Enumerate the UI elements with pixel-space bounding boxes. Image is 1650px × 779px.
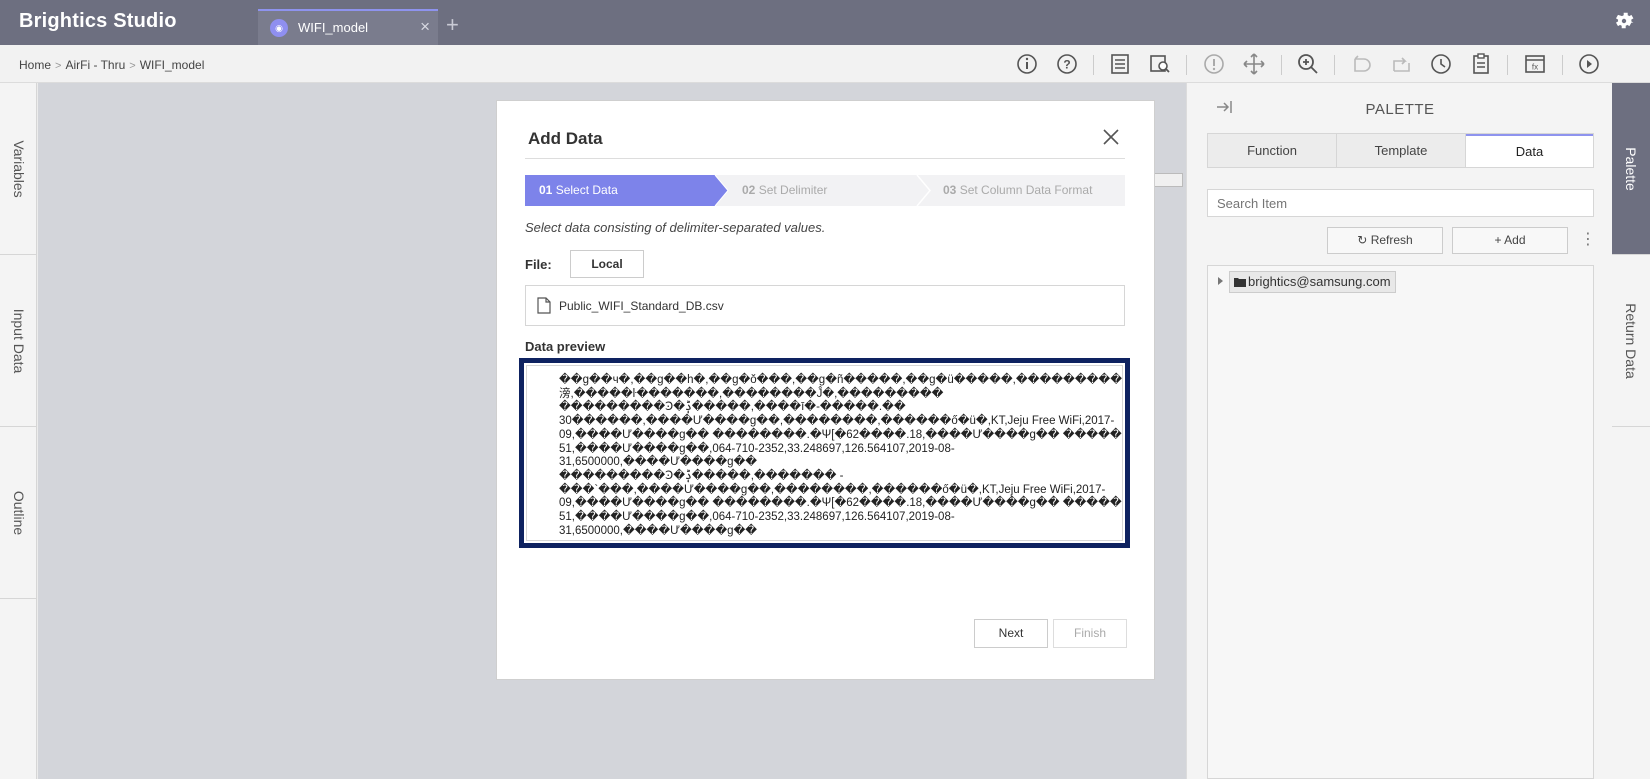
add-button[interactable]: + Add (1452, 227, 1568, 254)
preview-text: ��g��ч�,��g��h�,��g�ŏ���,��g�ñ�����,��g�… (559, 374, 1123, 537)
add-data-dialog: Add Data 01 Select Data 02 Set Delimiter… (496, 100, 1155, 680)
right-rail: Palette Return Data (1612, 83, 1650, 779)
app-title: Brightics Studio (19, 10, 177, 32)
more-options-icon[interactable]: ⋮ (1580, 229, 1596, 249)
step-2-label: Set Delimiter (758, 183, 828, 197)
tab-palette-label: Palette (1623, 146, 1639, 191)
tab-palette[interactable]: Palette (1612, 83, 1650, 255)
refresh-icon: ↻ (1357, 233, 1368, 247)
chevron-right-icon: > (129, 60, 136, 72)
toolbar-divider (1562, 55, 1563, 75)
clipboard-icon[interactable] (1468, 51, 1494, 77)
data-preview-content: ��g��ч�,��g��h�,��g�ŏ���,��g�ñ�����,��g�… (526, 365, 1123, 541)
warning-icon[interactable] (1201, 51, 1227, 77)
step-1-number: 01 (539, 183, 553, 197)
step-set-column-format: 03 Set Column Data Format (943, 175, 1092, 206)
divider (525, 158, 1125, 159)
preview-label: Data preview (525, 339, 606, 354)
checklist-icon[interactable] (1107, 51, 1133, 77)
data-tree: brightics@samsung.com (1207, 265, 1594, 779)
tab-wifi-model[interactable]: ◉ WIFI_model × (258, 9, 438, 45)
toolbar-divider (1507, 55, 1508, 75)
step-set-delimiter: 02 Set Delimiter (742, 175, 827, 206)
zoom-icon[interactable] (1295, 51, 1321, 77)
move-icon[interactable] (1241, 51, 1267, 77)
file-name: Public_WIFI_Standard_DB.csv (559, 299, 724, 313)
refresh-label: Refresh (1370, 233, 1413, 247)
tab-variables-label: Variables (10, 139, 27, 198)
step-2-number: 02 (742, 183, 756, 197)
plus-icon: + (1494, 233, 1502, 247)
dialog-title: Add Data (528, 129, 603, 148)
breadcrumb: Home > AirFi - Thru > WIFI_model (19, 58, 204, 72)
top-bar: Brightics Studio ◉ WIFI_model × + (0, 0, 1650, 45)
tab-function[interactable]: Function (1208, 134, 1337, 167)
left-rail: Variables Input Data Outline (0, 83, 37, 779)
breadcrumb-model: WIFI_model (139, 58, 205, 72)
tree-folder-label: brightics@samsung.com (1248, 274, 1391, 289)
data-preview[interactable]: ��g��ч�,��g��h�,��g�ŏ���,��g�ñ�����,��g�… (519, 358, 1130, 548)
svg-text:fx: fx (1532, 63, 1538, 72)
tab-input-data[interactable]: Input Data (0, 255, 37, 427)
toolbar-divider (1334, 55, 1335, 75)
tab-outline[interactable]: Outline (0, 427, 37, 599)
chevron-right-icon: > (55, 60, 62, 72)
toolbar: ? fx (1000, 51, 1650, 77)
toolbar-divider (1281, 55, 1282, 75)
file-label: File: (525, 257, 552, 272)
run-icon[interactable] (1576, 51, 1602, 77)
model-icon: ◉ (270, 19, 288, 37)
svg-text:?: ? (1063, 58, 1070, 72)
toolbar-divider (1186, 55, 1187, 75)
preview-icon[interactable] (1147, 51, 1173, 77)
tab-return-data-label: Return Data (1623, 302, 1639, 379)
info-icon[interactable] (1014, 51, 1040, 77)
close-icon[interactable] (1101, 127, 1121, 147)
add-label: Add (1504, 233, 1526, 247)
palette-title: PALETTE (1365, 101, 1435, 118)
palette-tabs: Function Template Data (1207, 133, 1594, 168)
breadcrumb-bar: Home > AirFi - Thru > WIFI_model ? fx (0, 45, 1650, 83)
tab-variables[interactable]: Variables (0, 83, 37, 255)
step-1-label: Select Data (555, 183, 618, 197)
finish-button[interactable]: Finish (1053, 619, 1127, 648)
palette-panel: PALETTE Function Template Data ↻ Refresh… (1186, 83, 1612, 779)
tab-label: WIFI_model (298, 20, 369, 35)
expand-arrow-icon[interactable] (1218, 277, 1223, 285)
close-icon[interactable]: × (420, 17, 430, 37)
refresh-button[interactable]: ↻ Refresh (1327, 227, 1443, 254)
local-button[interactable]: Local (570, 250, 644, 278)
tab-input-data-label: Input Data (10, 308, 27, 373)
breadcrumb-home[interactable]: Home (19, 58, 51, 72)
formula-icon[interactable]: fx (1522, 51, 1548, 77)
wizard-steps: 01 Select Data 02 Set Delimiter 03 Set C… (525, 175, 1125, 206)
history-icon[interactable] (1428, 51, 1454, 77)
add-tab-icon[interactable]: + (446, 12, 459, 38)
step-3-label: Set Column Data Format (959, 183, 1093, 197)
selected-file: Public_WIFI_Standard_DB.csv (525, 285, 1125, 326)
search-input[interactable] (1207, 189, 1594, 217)
next-button[interactable]: Next (974, 619, 1048, 648)
folder-icon (1234, 278, 1246, 287)
toolbar-divider (1093, 55, 1094, 75)
tab-data[interactable]: Data (1466, 134, 1593, 167)
tree-folder-node[interactable]: brightics@samsung.com (1229, 271, 1396, 293)
step-select-data: 01 Select Data (539, 175, 618, 206)
tab-template[interactable]: Template (1337, 134, 1466, 167)
gear-icon[interactable] (1612, 9, 1636, 33)
tab-outline-label: Outline (10, 490, 27, 535)
tab-return-data[interactable]: Return Data (1612, 255, 1650, 427)
help-icon[interactable]: ? (1054, 51, 1080, 77)
redo-icon[interactable] (1389, 51, 1415, 77)
step-3-number: 03 (943, 183, 957, 197)
file-icon (537, 297, 551, 314)
undo-icon[interactable] (1349, 51, 1375, 77)
breadcrumb-project[interactable]: AirFi - Thru (65, 58, 125, 72)
instruction-text: Select data consisting of delimiter-sepa… (525, 220, 826, 235)
